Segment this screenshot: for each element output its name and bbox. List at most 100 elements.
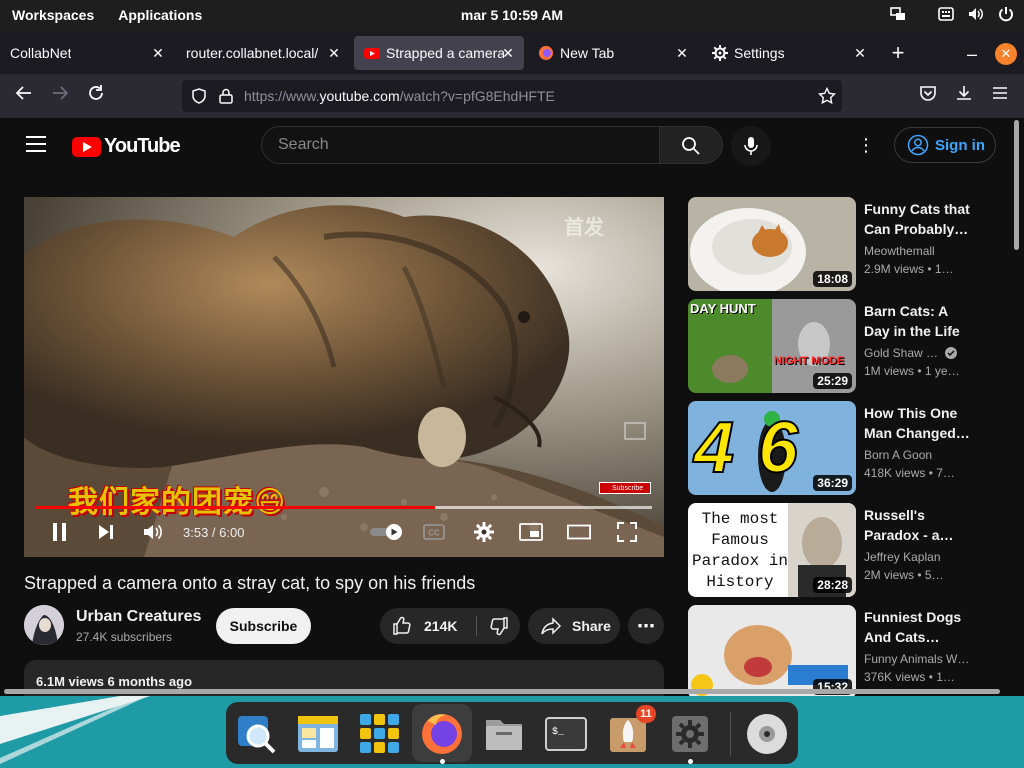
tab-router[interactable]: router.collabnet.local/ ✕ [176,36,350,70]
tab-close-button[interactable]: ✕ [852,45,868,61]
dock-app-search[interactable] [232,710,280,758]
fullscreen-button[interactable] [615,520,639,544]
video-thumbnail[interactable]: DAY HUNT NIGHT MODE 25:29 [688,299,856,393]
minimize-button[interactable]: – [962,45,982,63]
tab-label: router.collabnet.local/ [186,45,318,61]
recommendation-item[interactable]: The most Famous Paradox in History 28:28… [688,503,978,597]
bookmark-star-icon[interactable] [817,86,837,110]
miniplayer-button[interactable] [519,520,543,544]
tab-close-button[interactable]: ✕ [326,45,342,61]
recommendation-title[interactable]: Funny Cats that Can Probably… [864,199,974,239]
recommendation-item[interactable]: 46 36:29 How This One Man Changed… Born … [688,401,978,495]
tab-close-button[interactable]: ✕ [500,45,516,61]
video-thumbnail[interactable]: The most Famous Paradox in History 28:28 [688,503,856,597]
dock-app-files[interactable] [480,710,528,758]
back-button[interactable] [12,84,36,108]
url-bar[interactable]: https://www.youtube.com/watch?v=pfG8EhdH… [182,80,842,112]
dock-app-firefox[interactable] [412,704,472,762]
new-tab-button[interactable]: + [886,42,910,66]
horizontal-scrollbar[interactable] [4,689,1000,694]
window-switch-icon[interactable] [890,6,906,22]
video-player[interactable]: 首发 我们家的团宠😄 Subscribe 3:53 / 6:00 CC [24,197,664,557]
recommendation-channel[interactable]: Meowthemall [864,244,935,258]
mute-button[interactable] [141,520,165,544]
lock-icon[interactable] [219,88,233,109]
like-button[interactable]: 214K [380,608,476,644]
downloads-button[interactable] [952,84,976,108]
recommendation-item[interactable]: DAY HUNT NIGHT MODE 25:29 Barn Cats: A D… [688,299,978,393]
volume-icon[interactable] [968,6,984,22]
reload-button[interactable] [84,84,108,108]
subscribe-button[interactable]: Subscribe [216,608,311,644]
search-button[interactable] [659,126,723,164]
recommendation-channel[interactable]: Born A Goon [864,448,932,462]
thumbnail-text: NIGHT MODE [774,355,845,367]
tab-close-button[interactable]: ✕ [674,45,690,61]
close-window-button[interactable]: ✕ [995,43,1017,65]
recommendation-title[interactable]: Funniest Dogs And Cats… [864,607,974,647]
app-menu-button[interactable] [988,84,1012,108]
captions-icon: CC [423,524,445,540]
tab-close-button[interactable]: ✕ [150,45,166,61]
more-actions-button[interactable]: ⋯ [628,608,664,644]
youtube-logo[interactable]: YouTube [72,135,181,158]
keyboard-icon[interactable] [938,6,954,22]
vertical-scrollbar[interactable] [1014,120,1019,250]
video-thumbnail[interactable]: 15:32 [688,605,856,696]
forward-button[interactable] [48,84,72,108]
next-button[interactable] [94,520,118,544]
dock-separator [730,712,731,756]
recommendation-meta: 418K views • 7… [864,466,955,480]
url-host: youtube.com [319,88,400,104]
thumbnail-text: 46 [693,407,823,489]
channel-name[interactable]: Urban Creatures [76,608,201,626]
sign-in-button[interactable]: Sign in [894,127,996,163]
channel-avatar[interactable] [24,605,64,645]
recommendation-title[interactable]: Russell's Paradox - a… [864,505,974,545]
recommendation-title[interactable]: Barn Cats: A Day in the Life [864,301,974,341]
voice-search-button[interactable] [731,126,771,166]
dock-app-file-manager[interactable] [294,710,342,758]
progress-played [36,506,435,509]
autoplay-toggle[interactable] [368,520,404,544]
recommendation-item[interactable]: 18:08 Funny Cats that Can Probably… Meow… [688,197,978,291]
video-thumbnail[interactable]: 46 36:29 [688,401,856,495]
like-count: 214K [424,618,458,634]
reload-icon [89,85,103,100]
youtube-favicon-icon [364,45,380,61]
tab-settings[interactable]: Settings ✕ [702,36,876,70]
captions-button[interactable]: CC [422,520,446,544]
navigation-toolbar: https://www.youtube.com/watch?v=pfG8EhdH… [0,74,1024,118]
tracking-shield-icon[interactable] [191,88,207,109]
recommendation-channel[interactable]: Funny Animals W… [864,652,969,666]
guide-menu-button[interactable] [26,136,46,154]
settings-button[interactable] [472,520,496,544]
tab-youtube-video[interactable]: Strapped a camera ✕ [354,36,524,70]
terminal-icon: $_ [545,717,587,751]
pause-button[interactable] [48,520,72,544]
dock-app-disc[interactable] [743,710,791,758]
pocket-button[interactable] [916,84,940,108]
search-input[interactable] [278,136,638,154]
dislike-button[interactable] [477,608,520,644]
tab-collabnet[interactable]: CollabNet ✕ [0,36,174,70]
dock-app-settings[interactable] [666,710,714,758]
recommendation-title[interactable]: How This One Man Changed… [864,403,974,443]
settings-kebab-button[interactable]: ⋮ [856,136,876,156]
dock-app-terminal[interactable]: $_ [542,710,590,758]
video-thumbnail[interactable]: 18:08 [688,197,856,291]
update-count-badge: 11 [636,705,656,723]
clock[interactable]: mar 5 10:59 AM [0,7,1024,23]
power-icon[interactable] [998,6,1014,22]
tab-new-tab[interactable]: New Tab ✕ [528,36,698,70]
recommendation-channel[interactable]: Jeffrey Kaplan [864,550,941,564]
theater-icon [567,524,591,540]
url-text[interactable]: https://www.youtube.com/watch?v=pfG8EhdH… [244,88,555,104]
theater-mode-button[interactable] [567,520,591,544]
progress-bar[interactable] [36,506,652,509]
dock-app-grid[interactable] [356,710,404,758]
recommendation-channel-row[interactable]: Gold Shaw … [864,346,958,360]
search-box [261,126,660,164]
share-button[interactable]: Share [528,608,620,644]
recommendation-item[interactable]: 15:32 Funniest Dogs And Cats… Funny Anim… [688,605,978,696]
